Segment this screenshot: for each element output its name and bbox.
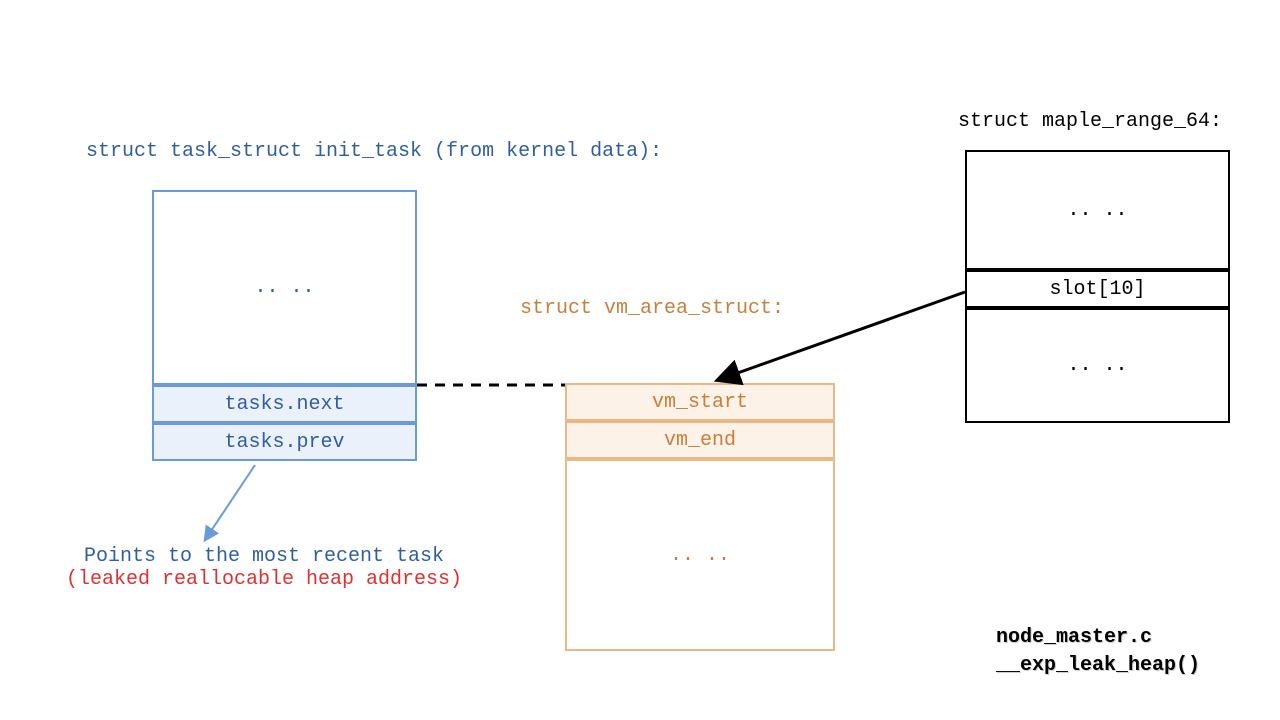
- footer-block: node_master.c __exp_leak_heap(): [996, 624, 1200, 680]
- maple-title: struct maple_range_64:: [958, 110, 1222, 133]
- vm-end-label: vm_end: [664, 429, 736, 452]
- vm-start-label: vm_start: [652, 391, 748, 414]
- vm-area-body: .. ..: [565, 459, 835, 651]
- maple-top-body: .. ..: [965, 150, 1230, 270]
- tasks-next-field: tasks.next: [152, 385, 417, 423]
- annotation-arrow: [205, 465, 255, 540]
- tasks-next-label: tasks.next: [224, 393, 344, 416]
- vm-area-ellipsis: .. ..: [670, 544, 730, 567]
- maple-bottom-ellipsis: .. ..: [1067, 354, 1127, 377]
- tasks-prev-field: tasks.prev: [152, 423, 417, 461]
- maple-top-ellipsis: .. ..: [1067, 199, 1127, 222]
- maple-slot-label: slot[10]: [1049, 278, 1145, 301]
- annotation-line2: (leaked reallocable heap address): [64, 568, 464, 591]
- maple-slot-field: slot[10]: [965, 270, 1230, 308]
- maple-bottom-body: .. ..: [965, 308, 1230, 423]
- vm-end-field: vm_end: [565, 421, 835, 459]
- footer-file: node_master.c: [996, 624, 1200, 652]
- vm-area-title: struct vm_area_struct:: [520, 297, 784, 320]
- tasks-prev-label: tasks.prev: [224, 431, 344, 454]
- vm-start-field: vm_start: [565, 383, 835, 421]
- task-struct-ellipsis: .. ..: [254, 276, 314, 299]
- task-struct-body: .. ..: [152, 190, 417, 385]
- annotation-line1: Points to the most recent task: [64, 545, 464, 568]
- annotation-block: Points to the most recent task (leaked r…: [64, 545, 464, 591]
- footer-func: __exp_leak_heap(): [996, 652, 1200, 680]
- task-struct-title: struct task_struct init_task (from kerne…: [86, 140, 662, 163]
